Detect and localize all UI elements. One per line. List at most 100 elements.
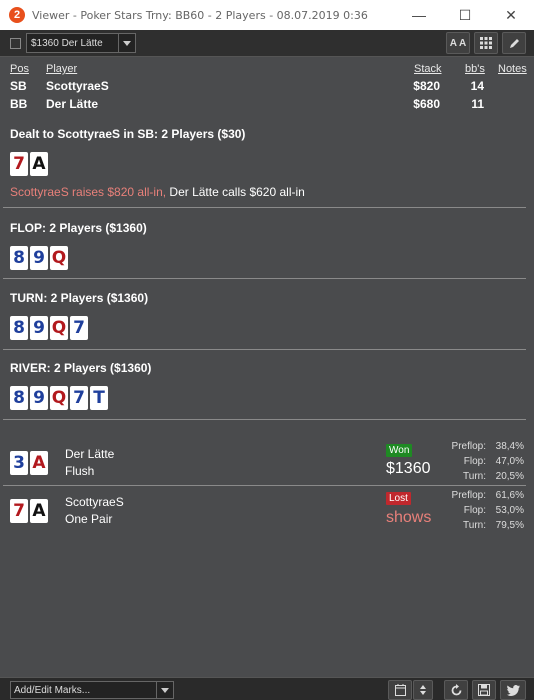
save-icon <box>478 684 490 696</box>
calendar-button[interactable] <box>388 680 412 700</box>
grid-button[interactable] <box>474 32 498 54</box>
player-bbs: 11 <box>471 97 484 111</box>
pencil-icon <box>509 38 519 48</box>
section-divider <box>3 349 526 350</box>
section-divider <box>3 278 526 279</box>
player-pos: SB <box>10 79 27 93</box>
font-size-button[interactable]: A A <box>446 32 470 54</box>
font-size-label: A A <box>449 37 467 49</box>
maximize-button[interactable]: ☐ <box>442 0 488 30</box>
marks-dropdown[interactable]: Add/Edit Marks... <box>10 681 174 699</box>
window-titlebar: 2 Viewer - Poker Stars Trny: BB60 - 2 Pl… <box>0 0 534 30</box>
playing-card: 9 <box>30 386 48 410</box>
col-header-stack[interactable]: Stack <box>414 63 442 75</box>
playing-card: 3 <box>10 451 28 475</box>
preflop-title: Dealt to ScottyraeS in SB: 2 Players ($3… <box>10 127 246 141</box>
updown-arrows-icon <box>420 685 426 695</box>
player-stack: $680 <box>413 97 440 111</box>
replay-button[interactable] <box>444 680 468 700</box>
equity-value: 79,5% <box>495 520 524 531</box>
equity-value: 47,0% <box>495 456 524 467</box>
equity-label: Flop: <box>463 456 486 467</box>
player-bbs: 14 <box>470 79 484 93</box>
playing-card: 7 <box>70 386 88 410</box>
playing-card: 8 <box>10 246 28 270</box>
toolbar: $1360 Der Lätte A A <box>0 30 534 57</box>
showdown-cards: 7A <box>10 499 48 523</box>
twitter-icon <box>506 684 520 696</box>
playing-card: 7 <box>70 316 88 340</box>
marks-input[interactable]: Add/Edit Marks... <box>11 685 156 696</box>
playing-card: Q <box>50 316 68 340</box>
calendar-icon <box>394 684 406 696</box>
result-hand-rank: Flush <box>65 464 95 478</box>
equity-label: Turn: <box>463 520 486 531</box>
minimize-button[interactable]: — <box>396 0 442 30</box>
player-pos: BB <box>10 97 28 111</box>
playing-card: A <box>30 152 48 176</box>
preflop-cards: 7A <box>10 152 48 176</box>
action-call: Der Lätte calls $620 all-in <box>166 185 305 199</box>
section-divider <box>3 485 526 486</box>
result-player-name: Der Lätte <box>65 447 115 461</box>
river-title: RIVER: 2 Players ($1360) <box>10 361 152 375</box>
spin-button[interactable] <box>413 680 433 700</box>
hand-select-dropdown[interactable]: $1360 Der Lätte <box>26 33 136 53</box>
window-controls: — ☐ ✕ <box>396 0 534 30</box>
showdown-cards: 3A <box>10 451 48 475</box>
equity-label: Turn: <box>463 471 486 482</box>
flop-cards: 89Q <box>10 246 68 270</box>
section-divider <box>3 207 526 208</box>
won-badge: Won <box>386 444 413 457</box>
preflop-actions: ScottyraeS raises $820 all-in, Der Lätte… <box>10 185 305 199</box>
window-title: Viewer - Poker Stars Trny: BB60 - 2 Play… <box>32 8 368 22</box>
result-player-name: ScottyraeS <box>65 495 124 509</box>
playing-card: Q <box>50 386 68 410</box>
playing-card: 8 <box>10 316 28 340</box>
hand-select-value: $1360 Der Lätte <box>31 37 103 49</box>
playing-card: T <box>90 386 108 410</box>
turn-title: TURN: 2 Players ($1360) <box>10 291 149 305</box>
save-button[interactable] <box>472 680 496 700</box>
equity-value: 38,4% <box>495 441 524 452</box>
player-name: ScottyraeS <box>46 79 109 93</box>
playing-card: Q <box>50 246 68 270</box>
result-hand-rank: One Pair <box>65 512 113 526</box>
chevron-down-icon[interactable] <box>156 682 173 698</box>
section-divider <box>3 419 526 420</box>
playing-card: A <box>30 499 48 523</box>
equity-value: 53,0% <box>495 505 524 516</box>
river-cards: 89Q7T <box>10 386 108 410</box>
result-amount: $1360 <box>386 460 431 477</box>
select-checkbox[interactable] <box>10 38 21 49</box>
equity-value: 20,5% <box>495 471 524 482</box>
playing-card: A <box>30 451 48 475</box>
playing-card: 7 <box>10 499 28 523</box>
player-name: Der Lätte <box>46 97 99 111</box>
grid-icon <box>480 37 492 49</box>
close-button[interactable]: ✕ <box>488 0 534 30</box>
player-stack: $820 <box>413 79 440 93</box>
equity-label: Preflop: <box>451 441 486 452</box>
edit-button[interactable] <box>502 32 526 54</box>
equity-value: 61,6% <box>495 490 524 501</box>
playing-card: 7 <box>10 152 28 176</box>
bottom-toolbar: Add/Edit Marks... <box>0 677 534 700</box>
playing-card: 9 <box>30 316 48 340</box>
equity-label: Preflop: <box>451 490 486 501</box>
playing-card: 8 <box>10 386 28 410</box>
lost-badge: Lost <box>386 492 411 505</box>
action-raise: ScottyraeS raises $820 all-in, <box>10 185 167 199</box>
turn-cards: 89Q7 <box>10 316 88 340</box>
playing-card: 9 <box>30 246 48 270</box>
hand-history-panel: Pos Player Stack bb's Notes SB Scottyrae… <box>0 57 534 677</box>
col-header-pos[interactable]: Pos <box>10 63 29 75</box>
twitter-share-button[interactable] <box>500 680 526 700</box>
col-header-player[interactable]: Player <box>46 63 77 75</box>
app-logo-icon: 2 <box>9 7 25 23</box>
chevron-down-icon[interactable] <box>118 34 135 52</box>
col-header-notes[interactable]: Notes <box>498 63 527 75</box>
equity-label: Flop: <box>463 505 486 516</box>
result-amount: shows <box>386 509 432 526</box>
col-header-bbs[interactable]: bb's <box>465 63 485 75</box>
